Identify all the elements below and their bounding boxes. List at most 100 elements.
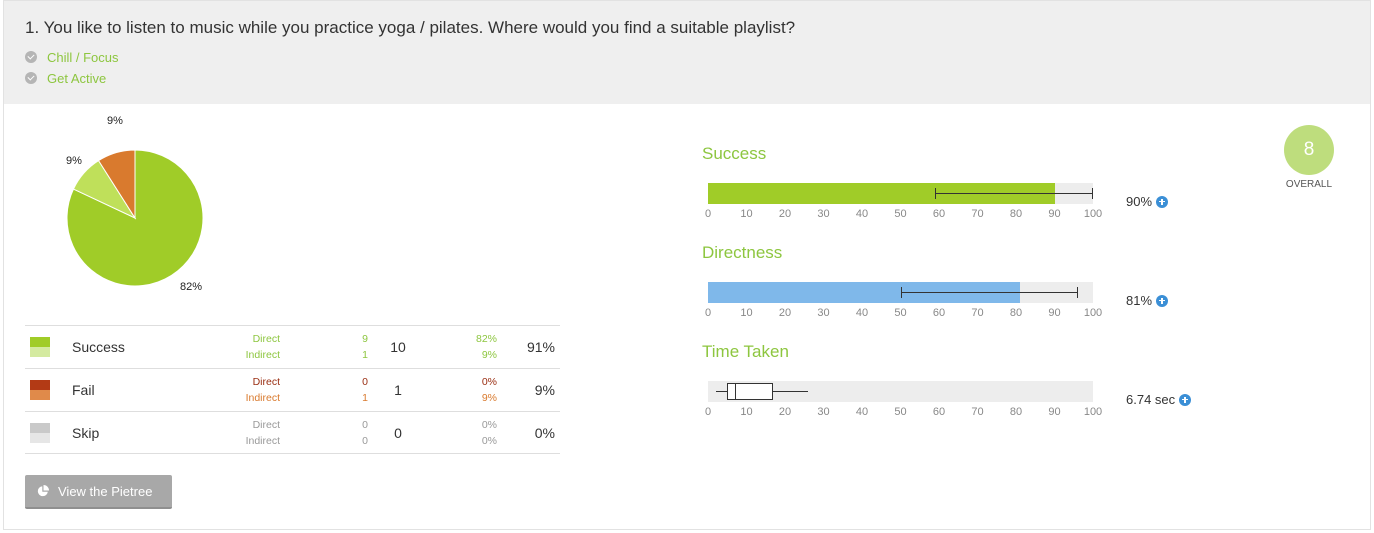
swatch-direct [30,380,50,390]
plus-circle-icon[interactable] [1156,195,1169,208]
success-metric-title: Success [702,144,767,163]
axis-tick-label: 50 [894,208,907,220]
axis-tick-label: 50 [894,406,907,418]
check-circle-icon [25,51,37,63]
view-pietree-button[interactable]: View the Pietree [25,475,172,509]
axis-tick-label: 0 [704,307,712,319]
axis-tick-label: 20 [778,406,792,418]
axis-tick-label: 60 [932,307,946,319]
axis-tick-label: 10 [740,208,753,220]
directness-bar-track [708,282,1093,303]
success-confidence-interval [935,193,1093,194]
direct-label: Direct [252,376,280,388]
axis-tick-label: 70 [971,208,984,220]
result-row-skip: Skip Direct Indirect 0 0 0 0% 0% 0% [25,411,560,454]
answer-item: Chill / Focus [25,48,119,66]
success-axis: 0 10 20 30 40 50 60 70 80 90 100 [704,208,1102,222]
indirect-percent: 9% [481,392,497,404]
direct-percent: 0% [481,419,497,431]
time-taken-value: 6.74 sec [1126,392,1192,407]
axis-tick-label: 100 [1083,406,1103,418]
view-pietree-label: View the Pietree [58,483,153,499]
direct-count: 9 [362,333,368,345]
axis-tick-label: 30 [817,208,830,220]
indirect-percent: 9% [481,349,497,361]
total-count: 1 [394,382,402,398]
question-title: 1. You like to listen to music while you… [25,18,796,37]
axis-tick-label: 10 [740,307,753,319]
axis-tick-label: 0 [704,406,712,418]
indirect-count: 0 [362,435,368,447]
directness-value-text: 81% [1126,293,1153,308]
result-row-success: Success Direct Indirect 9 1 10 82% 9% 91% [25,325,560,368]
indirect-label: Indirect [245,435,280,447]
swatch-indirect [30,433,50,443]
success-ci-cap-high [1092,188,1093,199]
axis-tick-label: 90 [1048,208,1061,220]
plus-circle-icon[interactable] [1179,393,1192,406]
axis-tick-label: 70 [971,307,984,319]
result-name: Success [72,339,125,355]
question-header: 1. You like to listen to music while you… [4,1,1370,104]
directness-ci-cap-high [1076,287,1078,298]
time-taken-median [734,383,736,400]
axis-tick-label: 100 [1083,208,1103,220]
answer-label: Get Active [47,70,107,86]
time-taken-track [708,381,1093,402]
axis-tick-label: 0 [704,208,712,220]
time-taken-value-text: 6.74 sec [1126,392,1176,407]
axis-tick-label: 60 [932,406,946,418]
axis-tick-label: 80 [1009,307,1023,319]
direct-count: 0 [362,376,368,388]
axis-tick-label: 40 [855,307,869,319]
result-name: Skip [72,425,100,441]
indirect-count: 1 [362,349,368,361]
axis-tick-label: 40 [855,208,869,220]
axis-tick-label: 100 [1083,307,1103,319]
time-taken-axis: 0 10 20 30 40 50 60 70 80 90 100 [704,406,1102,420]
pie-chart-icon [37,485,49,497]
total-count: 0 [394,425,402,441]
axis-tick-label: 60 [932,208,946,220]
results-pie-chart: 82% 9% 9% [66,115,204,293]
axis-tick-label: 40 [855,406,869,418]
check-circle-icon [25,72,37,84]
answer-label: Chill / Focus [47,49,119,65]
overall-score-badge: 8 [1284,125,1334,175]
answer-item: Get Active [25,69,106,87]
swatch-indirect [30,347,50,357]
axis-tick-label: 90 [1048,307,1061,319]
axis-tick-label: 30 [817,307,830,319]
time-taken-metric-title: Time Taken [702,342,789,361]
success-value: 90% [1126,194,1169,209]
directness-axis: 0 10 20 30 40 50 60 70 80 90 100 [704,307,1102,321]
total-percent: 9% [534,382,555,398]
directness-ci-cap-low [900,287,902,298]
result-name: Fail [72,382,95,398]
success-ci-cap-low [935,188,937,199]
success-value-text: 90% [1126,194,1153,209]
overall-label: OVERALL [1285,179,1333,190]
indirect-percent: 0% [481,435,497,447]
success-bar-track [708,183,1093,204]
axis-tick-label: 20 [778,307,792,319]
axis-tick-label: 20 [778,208,792,220]
plus-circle-icon[interactable] [1156,294,1169,307]
total-count: 10 [390,339,406,355]
question-card: 1. You like to listen to music while you… [3,0,1371,530]
axis-tick-label: 70 [971,406,984,418]
direct-percent: 0% [481,376,497,388]
total-percent: 0% [534,425,555,441]
result-row-fail: Fail Direct Indirect 0 1 1 0% 9% 9% [25,368,560,411]
axis-tick-label: 90 [1048,406,1061,418]
swatch-indirect [30,390,50,400]
direct-label: Direct [252,333,280,345]
swatch-direct [30,423,50,433]
axis-tick-label: 50 [894,307,907,319]
axis-tick-label: 10 [740,406,753,418]
indirect-label: Indirect [245,349,280,361]
directness-value: 81% [1126,293,1169,308]
axis-tick-label: 80 [1009,208,1023,220]
pie-slice-label: 9% [107,115,123,127]
directness-confidence-interval [900,292,1078,293]
